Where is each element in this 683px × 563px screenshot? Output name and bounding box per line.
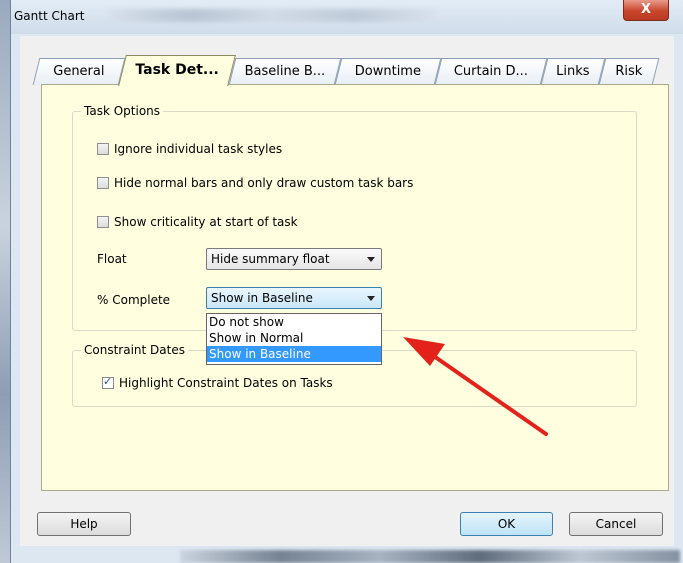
tab-links[interactable]: Links [540, 58, 606, 85]
percent-complete-select-value: Show in Baseline [211, 291, 313, 305]
title-bar: Gantt Chart X [11, 0, 683, 34]
tab-general-label: General [53, 64, 105, 79]
tab-baseline-label: Baseline B... [244, 64, 326, 79]
hide-normal-bars-label: Hide normal bars and only draw custom ta… [114, 176, 414, 190]
percent-complete-select[interactable]: Show in Baseline [206, 287, 382, 309]
float-select[interactable]: Hide summary float [206, 248, 382, 270]
tab-task-details-label: Task Det... [135, 62, 219, 78]
highlight-constraint-dates-label: Highlight Constraint Dates on Tasks [119, 376, 333, 390]
option-show-in-normal[interactable]: Show in Normal [207, 330, 381, 346]
tab-general[interactable]: General [32, 58, 126, 85]
tab-baseline-bars[interactable]: Baseline B... [228, 58, 342, 85]
cancel-button[interactable]: Cancel [569, 512, 663, 536]
help-button[interactable]: Help [37, 512, 131, 536]
tab-curtain-dates[interactable]: Curtain D... [434, 58, 548, 85]
highlight-constraint-dates-checkbox[interactable] [102, 375, 114, 389]
background-window-edge [0, 0, 10, 563]
chevron-down-icon [367, 257, 375, 262]
ignore-task-styles-label: Ignore individual task styles [114, 142, 283, 156]
float-select-value: Hide summary float [211, 252, 330, 266]
percent-complete-label: % Complete [97, 293, 171, 307]
tab-downtime[interactable]: Downtime [334, 58, 442, 85]
tab-links-label: Links [556, 64, 590, 79]
option-do-not-show[interactable]: Do not show [207, 314, 381, 330]
constraint-dates-label: Constraint Dates [81, 343, 188, 357]
hide-normal-bars-checkbox[interactable] [97, 177, 109, 189]
show-criticality-label: Show criticality at start of task [114, 215, 298, 229]
float-label: Float [97, 252, 127, 266]
tab-task-details[interactable]: Task Det... [118, 55, 236, 86]
tab-curtain-label: Curtain D... [453, 64, 528, 79]
ignore-task-styles-checkbox[interactable] [97, 143, 109, 155]
option-show-in-baseline[interactable]: Show in Baseline [207, 346, 381, 362]
window-title: Gantt Chart [14, 9, 85, 23]
tab-risk-label: Risk [615, 64, 643, 79]
percent-complete-dropdown-list: Do not show Show in Normal Show in Basel… [206, 313, 382, 365]
background-taskbar [180, 550, 680, 563]
show-criticality-checkbox[interactable] [97, 216, 109, 228]
chevron-down-icon [367, 296, 375, 301]
task-options-label: Task Options [81, 104, 164, 118]
tab-downtime-label: Downtime [354, 64, 421, 79]
tab-risk[interactable]: Risk [598, 58, 660, 85]
close-button[interactable]: X [623, 0, 669, 21]
ok-button[interactable]: OK [460, 512, 553, 536]
blurred-file-path [107, 9, 437, 22]
